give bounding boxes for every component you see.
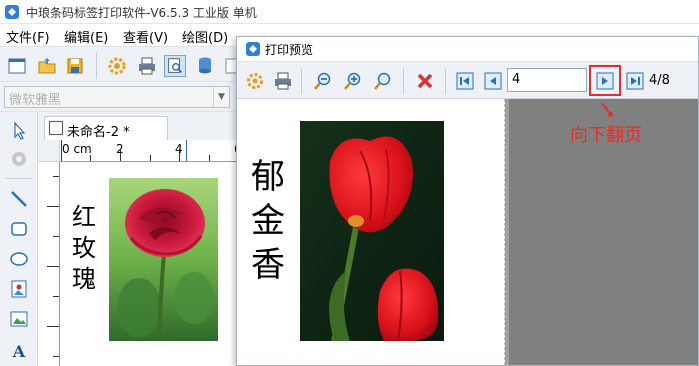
- preview-toolbar: 4 4/8: [237, 61, 698, 99]
- new-icon[interactable]: [6, 55, 28, 77]
- open-icon[interactable]: [36, 55, 58, 77]
- ruler-tick: [90, 155, 91, 161]
- svg-text:A: A: [12, 342, 26, 361]
- preview-char: 金: [251, 201, 285, 241]
- ruler-marker: [186, 140, 187, 161]
- app-logo-icon: [246, 42, 260, 56]
- ruler-tick: [150, 155, 151, 161]
- font-family-value: 微软雅黑: [9, 93, 62, 108]
- line-icon[interactable]: [8, 188, 30, 210]
- print-icon[interactable]: [273, 71, 293, 91]
- label-char: 玫: [72, 234, 96, 262]
- dialog-titlebar: 打印预览: [237, 37, 698, 61]
- toolbox-separator: [6, 178, 32, 179]
- ruler-tick: [209, 155, 210, 161]
- ruler-tick: [179, 149, 180, 161]
- menu-file[interactable]: 文件(F): [6, 27, 50, 46]
- menu-view[interactable]: 查看(V): [123, 27, 168, 46]
- menu-edit[interactable]: 编辑(E): [64, 27, 108, 46]
- annotation-arrow-icon: [601, 102, 613, 117]
- ruler-tick: [53, 356, 59, 357]
- toolbar-separator: [96, 53, 97, 79]
- chevron-down-icon[interactable]: ▼: [213, 87, 229, 107]
- zoom-in-icon[interactable]: [343, 71, 363, 91]
- hand-icon[interactable]: [8, 148, 30, 170]
- ruler-tick: [53, 236, 59, 237]
- toolbar-separator: [403, 68, 404, 94]
- horizontal-ruler: 0 cm 2 4 6: [60, 140, 240, 162]
- document-tab-label: 未命名-2 *: [67, 125, 130, 140]
- close-icon[interactable]: [415, 71, 435, 91]
- document-tab[interactable]: 未命名-2 *: [44, 116, 168, 140]
- font-toolbar: 微软雅黑 ▼: [0, 82, 240, 112]
- pointer-icon[interactable]: [8, 120, 30, 142]
- toolbar-separator: [445, 68, 446, 94]
- label-char: 红: [72, 203, 96, 231]
- print-preview-icon[interactable]: [164, 55, 186, 77]
- rectangle-icon[interactable]: [8, 218, 30, 240]
- ruler-tick: [53, 176, 59, 177]
- page-number-input[interactable]: 4: [507, 68, 587, 92]
- ruler-tick: [47, 206, 59, 207]
- page-count: 4/8: [649, 73, 670, 88]
- zoom-out-icon[interactable]: [313, 71, 333, 91]
- tulip-image: [300, 121, 444, 341]
- app-titlebar: 中琅条码标签打印软件-V6.5.3 工业版 单机: [0, 0, 699, 24]
- document-icon: [49, 121, 63, 135]
- settings-icon[interactable]: [245, 71, 265, 91]
- left-toolbox: A: [0, 112, 38, 366]
- print-icon[interactable]: [136, 55, 158, 77]
- toolbar-separator: [301, 68, 302, 94]
- picture-icon[interactable]: [8, 308, 30, 330]
- next-page-icon[interactable]: [595, 71, 615, 91]
- settings-icon[interactable]: [106, 55, 128, 77]
- app-logo-icon: [5, 5, 19, 19]
- page-number-value: 4: [512, 72, 521, 87]
- ruler-tick: [120, 149, 121, 161]
- annotation-label: 向下翻页: [570, 125, 642, 146]
- preview-char: 郁: [251, 157, 285, 197]
- text-icon[interactable]: A: [8, 340, 30, 362]
- preview-divider: [505, 99, 509, 365]
- first-page-icon[interactable]: [455, 71, 475, 91]
- document-tabbar: 未命名-2 *: [38, 112, 240, 140]
- font-family-select[interactable]: 微软雅黑 ▼: [4, 86, 230, 108]
- ruler-tick: [47, 326, 59, 327]
- save-icon[interactable]: [64, 55, 86, 77]
- prev-page-icon[interactable]: [483, 71, 503, 91]
- zoom-fit-icon[interactable]: [373, 71, 393, 91]
- ruler-unit-label: 0 cm: [62, 142, 92, 156]
- preview-vertical-text: 郁 金 香: [251, 155, 291, 287]
- design-canvas[interactable]: 红 玫 瑰: [60, 162, 240, 366]
- rose-image[interactable]: [109, 178, 218, 341]
- image-icon[interactable]: [8, 278, 30, 300]
- ruler-tick: [47, 266, 59, 267]
- vertical-ruler: [38, 162, 60, 366]
- label-vertical-text[interactable]: 红 玫 瑰: [72, 202, 102, 295]
- menu-draw[interactable]: 绘图(D): [182, 27, 228, 46]
- ruler-tick: [53, 296, 59, 297]
- last-page-icon[interactable]: [625, 71, 645, 91]
- preview-page: 郁 金 香: [237, 99, 505, 365]
- label-char: 瑰: [72, 265, 96, 293]
- ellipse-icon[interactable]: [8, 248, 30, 270]
- ruler-tick: [61, 140, 62, 161]
- ruler-corner: [38, 140, 60, 162]
- dialog-title: 打印预览: [265, 43, 314, 57]
- preview-char: 香: [251, 245, 285, 285]
- app-title: 中琅条码标签打印软件-V6.5.3 工业版 单机: [26, 6, 257, 20]
- database-icon[interactable]: [194, 55, 216, 77]
- print-preview-dialog: 打印预览 4 4/8 郁 金 香: [236, 36, 699, 366]
